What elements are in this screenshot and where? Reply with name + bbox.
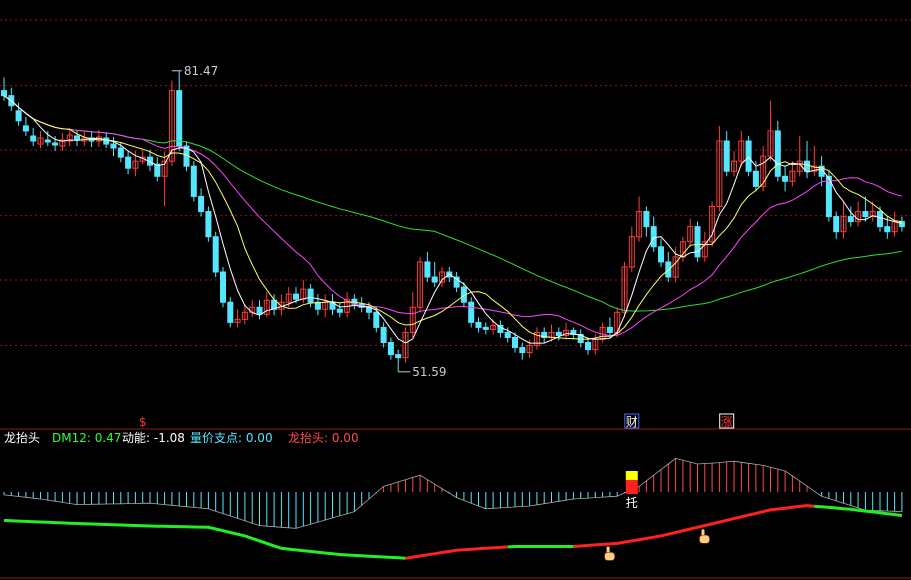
candle-body	[723, 140, 730, 172]
candle-body	[424, 261, 431, 278]
candle-body	[380, 326, 387, 344]
candle-body	[293, 293, 299, 300]
oscillator-envelope	[3, 457, 902, 529]
legend-energy: 动能: -1.08	[122, 431, 185, 445]
candle-body	[395, 354, 402, 359]
hand-pointer-icon	[699, 529, 710, 544]
candle-body	[847, 216, 854, 223]
candle-body	[15, 110, 22, 122]
signal-marker-label: $	[139, 415, 147, 429]
candle-body	[373, 311, 380, 328]
candle-body	[22, 125, 29, 132]
candle-body	[519, 347, 526, 354]
legend-dm12: DM12: 0.47	[52, 431, 121, 445]
candle-body	[585, 342, 591, 351]
candle-body	[176, 90, 183, 147]
candle-body	[512, 336, 518, 349]
candle-body	[190, 165, 197, 197]
candle-body	[782, 175, 789, 182]
candle-body	[125, 156, 132, 169]
candle-body	[117, 147, 124, 158]
candle-body	[103, 137, 110, 145]
candle-body	[307, 288, 314, 303]
candle-body	[877, 211, 883, 228]
ma20-line	[3, 95, 903, 337]
signal-marker-label: 财	[626, 415, 638, 429]
hand-pointer-icon	[604, 546, 615, 561]
candle-body	[504, 331, 511, 338]
dragon-line-red	[573, 504, 815, 548]
candle-body	[643, 211, 650, 228]
signal-marker-label: 涨	[721, 414, 733, 429]
legend-dragon: 龙抬头: 0.00	[288, 431, 359, 445]
candle-body	[650, 226, 657, 248]
candle-body	[884, 226, 891, 233]
ma5-line	[3, 95, 903, 344]
badge-red-block	[625, 480, 638, 494]
candle-body	[898, 221, 905, 228]
candle-body	[336, 308, 343, 313]
candle-body	[1, 90, 7, 97]
candle-body	[606, 326, 613, 333]
candle-body	[862, 211, 869, 218]
candle-body	[468, 301, 475, 323]
ma10-line	[3, 95, 902, 340]
stock-chart: 81.47 51.59 $ 财 涨龙抬头 DM12: 0.47 动能: -1.08 量价支点:…	[0, 19, 911, 579]
high-price-label: 81.47	[184, 64, 218, 78]
badge-yellow-block	[625, 471, 638, 480]
candle-body	[110, 143, 117, 149]
candle-body	[658, 246, 664, 263]
candle-body	[482, 326, 489, 330]
legend-name: 龙抬头	[4, 431, 40, 445]
candle-body	[30, 135, 37, 142]
candle-body	[833, 216, 840, 233]
candle-body	[752, 170, 759, 187]
ma60-line	[3, 95, 902, 312]
badge-label: 托	[626, 496, 638, 510]
candle-body	[256, 306, 263, 315]
low-price-label: 51.59	[412, 365, 446, 379]
candle-body	[227, 301, 234, 323]
candle-body	[198, 195, 205, 213]
candle-body	[774, 130, 781, 177]
candle-body	[212, 236, 219, 273]
legend-support: 量价支点: 0.00	[190, 431, 273, 445]
candle-body	[745, 140, 752, 172]
candle-body	[44, 139, 51, 143]
dragon-line-green	[3, 518, 406, 560]
candle-body	[475, 321, 482, 328]
candle-body	[220, 271, 226, 303]
dragon-line-red	[405, 545, 508, 560]
stock-chart-stage: 81.47 51.59 $ 财 涨龙抬头 DM12: 0.47 动能: -1.08 量价支点:…	[0, 0, 911, 580]
candle-body	[555, 331, 562, 336]
candle-body	[387, 342, 394, 356]
candle-body	[52, 142, 59, 146]
candle-body	[205, 211, 212, 238]
candle-body	[74, 135, 80, 141]
candle-body	[431, 276, 438, 283]
